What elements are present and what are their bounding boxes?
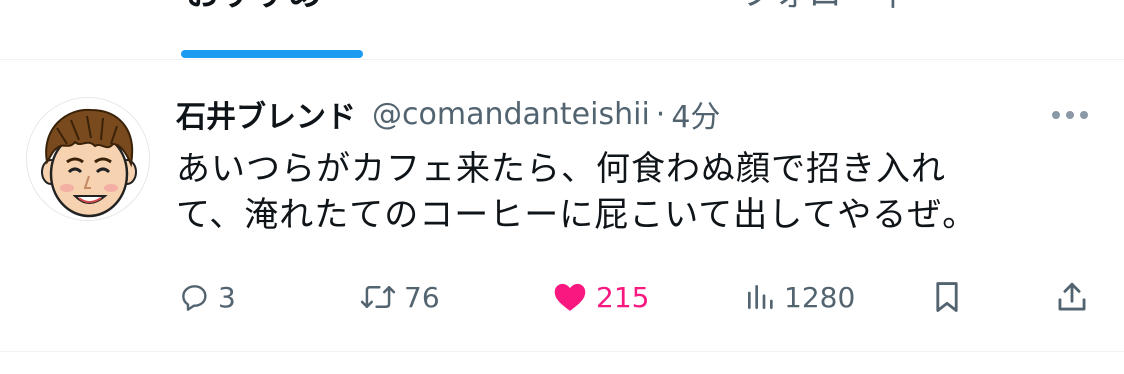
tab-recommend[interactable]: おすすめ [186,0,322,14]
heart-filled-icon [554,283,586,311]
active-tab-indicator [181,50,363,58]
views-chart-icon [748,285,773,309]
reply-bubble-icon [182,285,207,311]
reply-button[interactable]: 3 [178,272,236,322]
retweet-count: 76 [404,280,440,314]
tweet-text-line: て、淹れたてのコーヒーに屁こいて出してやるぜ。 [176,195,978,235]
user-handle[interactable]: @comandanteishii [372,97,650,132]
like-button[interactable]: 215 [552,272,649,322]
reply-count: 3 [218,280,236,314]
views-count: 1280 [784,280,856,314]
timeline-tabs: おすすめ フォロー中 [0,0,1124,60]
like-count: 215 [596,280,650,314]
avatar-illustration [27,98,149,220]
avatar[interactable] [26,97,150,221]
bookmark-button[interactable] [931,272,963,322]
tab-following[interactable]: フォロー中 [740,0,910,14]
views-button[interactable]: 1280 [744,272,855,322]
tweet-text: あいつらがカフェ来たら、何食わぬ顔で招き入れ て、淹れたてのコーヒーに屁こいて出… [176,146,1076,238]
share-button[interactable] [1054,272,1090,322]
tweet-actions: 3 76 215 1280 [0,272,1124,322]
tweet-header: 石井ブレンド @comandanteishii · 4分 [176,92,720,136]
tweet-text-line: あいつらがカフェ来たら、何食わぬ顔で招き入れ [176,149,946,189]
retweet-icon [360,286,396,308]
more-options-button[interactable] [1048,100,1092,130]
tweet-timestamp[interactable]: 4分 [671,92,720,136]
share-icon [1058,282,1086,311]
tweet[interactable]: 石井ブレンド @comandanteishii · 4分 あいつらがカフェ来たら… [0,60,1124,352]
display-name[interactable]: 石井ブレンド [176,92,356,136]
separator-dot: · [655,96,666,132]
retweet-button[interactable]: 76 [360,272,440,322]
bookmark-icon [936,282,958,312]
more-dots-icon [1052,111,1088,119]
tweet-bottom-divider [0,351,1124,352]
